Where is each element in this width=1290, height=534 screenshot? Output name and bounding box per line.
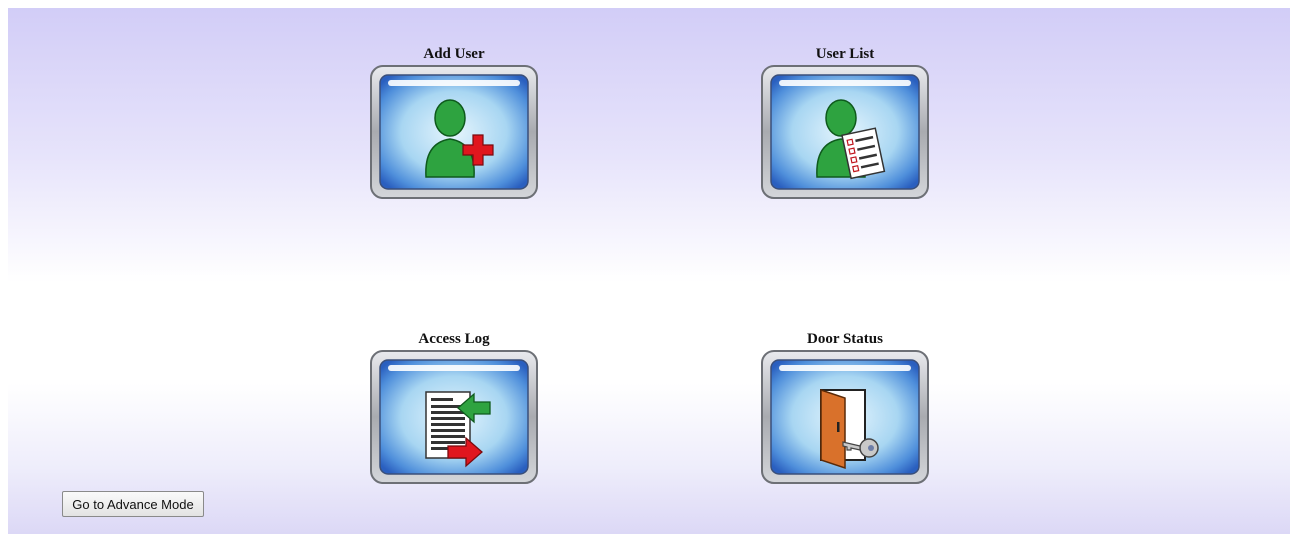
add-user-button[interactable] <box>370 65 538 199</box>
user-list-title: User List <box>815 46 875 62</box>
user-list-icon <box>761 65 929 199</box>
add-user-icon <box>370 65 538 199</box>
advance-mode-button[interactable]: Go to Advance Mode <box>62 491 204 517</box>
door-status-button[interactable] <box>761 350 929 484</box>
access-log-title: Access Log <box>418 331 490 347</box>
add-user-title: Add User <box>423 46 485 62</box>
tile-access-log: Access Log <box>368 330 540 484</box>
tile-add-user: Add User <box>368 45 540 199</box>
door-status-icon <box>761 350 929 484</box>
door-status-title: Door Status <box>807 331 883 347</box>
tile-user-list: User List <box>759 45 931 199</box>
main-panel <box>8 8 1290 534</box>
access-log-icon <box>370 350 538 484</box>
access-log-button[interactable] <box>370 350 538 484</box>
tile-door-status: Door Status <box>759 330 931 484</box>
user-list-button[interactable] <box>761 65 929 199</box>
